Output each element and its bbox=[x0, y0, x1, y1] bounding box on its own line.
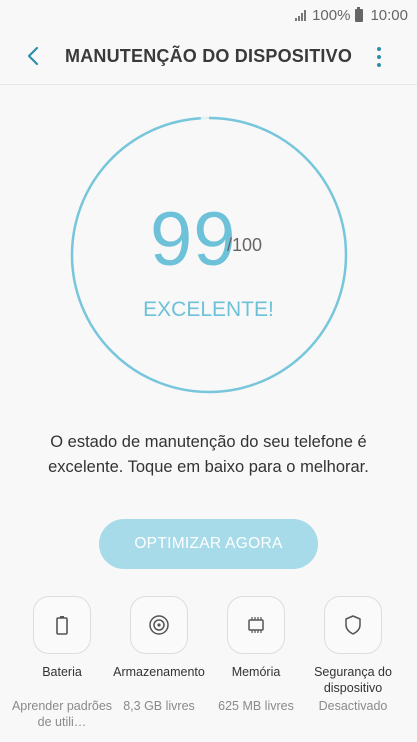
tile-memory-label: Memória bbox=[231, 665, 281, 679]
tile-battery[interactable]: Bateria Aprender padrões de utili… bbox=[7, 596, 117, 729]
more-options-button[interactable] bbox=[369, 44, 389, 70]
tile-storage-label: Armazenamento bbox=[113, 665, 205, 679]
optimize-now-button[interactable]: OPTIMIZAR AGORA bbox=[99, 519, 318, 569]
header-divider bbox=[0, 84, 417, 85]
storage-icon bbox=[130, 596, 188, 654]
tile-memory-sub: 625 MB livres bbox=[218, 699, 294, 713]
tile-security-sub: Desactivado bbox=[318, 699, 388, 713]
memory-chip-icon bbox=[227, 596, 285, 654]
tile-battery-label: Bateria bbox=[42, 665, 82, 679]
tile-security[interactable]: Segurança do dispositivo Desactivado bbox=[298, 596, 408, 713]
battery-icon bbox=[33, 596, 91, 654]
status-bar: 100% 10:00 bbox=[0, 0, 417, 30]
status-description: O estado de manutenção do seu telefone é… bbox=[48, 433, 369, 476]
app-header: MANUTENÇÃO DO DISPOSITIVO bbox=[0, 36, 417, 76]
page-title: MANUTENÇÃO DO DISPOSITIVO bbox=[65, 46, 353, 66]
signal-icon bbox=[295, 9, 307, 21]
score-status: EXCELENTE! bbox=[143, 298, 274, 321]
tile-battery-sub: Aprender padrões de utili… bbox=[11, 699, 113, 729]
shield-icon bbox=[324, 596, 382, 654]
maintenance-tiles: Bateria Aprender padrões de utili… Armaz… bbox=[0, 596, 417, 742]
tile-storage-sub: 8,3 GB livres bbox=[123, 699, 195, 713]
score-max: /100 bbox=[227, 235, 263, 255]
clock: 10:00 bbox=[370, 6, 408, 24]
chevron-left-icon bbox=[27, 46, 39, 66]
back-button[interactable] bbox=[18, 40, 48, 72]
battery-percent: 100% bbox=[312, 6, 351, 24]
tile-security-label: Segurança do dispositivo bbox=[314, 665, 392, 695]
tile-memory[interactable]: Memória 625 MB livres bbox=[201, 596, 311, 713]
score-value: 99 bbox=[150, 197, 237, 282]
more-vert-icon bbox=[377, 47, 381, 51]
battery-status-icon bbox=[355, 6, 364, 22]
tile-storage[interactable]: Armazenamento 8,3 GB livres bbox=[104, 596, 214, 713]
